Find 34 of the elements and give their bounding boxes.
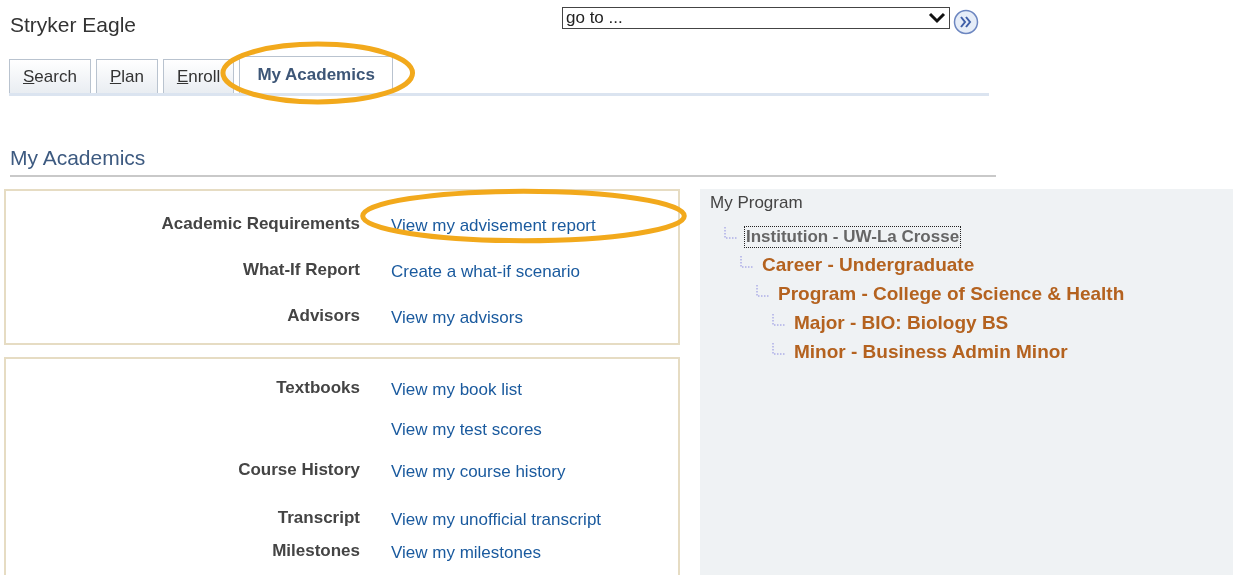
chevron-down-icon [928, 12, 946, 24]
tab[interactable]: Enroll [162, 59, 235, 93]
section-heading: My Academics [10, 146, 146, 169]
tab[interactable]: Search [9, 59, 91, 93]
tree-connector-icon [756, 285, 770, 297]
tab[interactable]: Plan [95, 59, 158, 93]
tree-connector-icon [740, 256, 754, 268]
link[interactable]: View my milestones [391, 543, 541, 563]
field-label: Advisors [287, 306, 360, 326]
tree-node[interactable]: Institution - UW-La Crosse [744, 226, 962, 248]
panel-title: My Program [710, 193, 803, 213]
tree-node[interactable]: Career - Undergraduate [760, 253, 977, 277]
tree-node[interactable]: Program - College of Science & Health [776, 282, 1127, 306]
goto-dropdown[interactable]: go to ... [562, 7, 950, 29]
field-label: Academic Requirements [161, 214, 360, 234]
tab[interactable]: My Academics [239, 56, 393, 93]
field-label: Milestones [272, 541, 360, 561]
go-button[interactable] [953, 9, 979, 35]
page-header-title: Stryker Eagle [10, 13, 138, 37]
link[interactable]: View my course history [391, 462, 566, 482]
link[interactable]: Create a what-if scenario [391, 262, 580, 282]
link[interactable]: View my advisors [391, 308, 523, 328]
field-label: Course History [238, 460, 360, 480]
link[interactable]: View my test scores [391, 420, 542, 440]
link[interactable]: View my book list [391, 380, 522, 400]
tree-node[interactable]: Minor - Business Admin Minor [792, 340, 1070, 364]
tree-connector-icon [772, 314, 786, 326]
tree-connector-icon [724, 227, 738, 239]
field-label: Textbooks [276, 378, 360, 398]
tree-node[interactable]: Major - BIO: Biology BS [792, 311, 1011, 335]
tree-connector-icon [772, 343, 786, 355]
field-label: Transcript [277, 508, 360, 528]
link[interactable]: View my unofficial transcript [391, 510, 602, 530]
field-label: What-If Report [242, 260, 360, 280]
